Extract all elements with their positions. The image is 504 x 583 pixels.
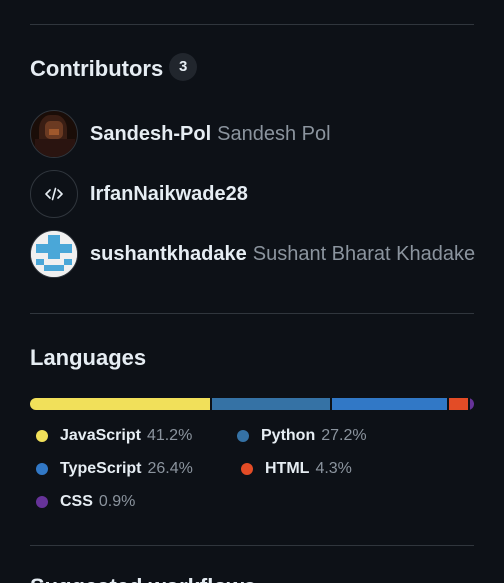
identicon	[31, 231, 77, 277]
avatar[interactable]	[30, 110, 78, 158]
language-legend-item[interactable]: CSS 0.9%	[36, 491, 135, 513]
contributors-heading[interactable]: Contributors 3	[30, 53, 198, 84]
language-dot	[36, 430, 48, 442]
suggested-workflows-title: Suggested workflows	[30, 574, 256, 583]
suggested-workflows-heading: Suggested workflows	[30, 574, 256, 583]
divider-bottom	[30, 545, 474, 546]
language-progress-bar	[30, 398, 474, 410]
language-bar-segment	[449, 398, 469, 410]
language-dot	[241, 463, 253, 475]
contributor-login[interactable]: sushantkhadake	[90, 243, 247, 266]
language-legend-item[interactable]: JavaScript 41.2%	[36, 425, 192, 447]
code-icon[interactable]	[30, 170, 78, 218]
language-percent: 26.4%	[147, 460, 193, 477]
language-dot	[36, 496, 48, 508]
language-dot	[36, 463, 48, 475]
contributors-title[interactable]: Contributors	[30, 56, 163, 81]
divider-top	[30, 24, 474, 25]
language-bar-segment	[470, 398, 474, 410]
language-percent: 27.2%	[321, 427, 367, 444]
language-name: Python	[261, 427, 316, 444]
language-name: HTML	[265, 460, 310, 477]
avatar[interactable]	[30, 230, 78, 278]
contributor-login[interactable]: Sandesh-Pol	[90, 123, 211, 146]
language-dot	[237, 430, 249, 442]
language-legend-item[interactable]: Python 27.2%	[237, 425, 367, 447]
language-bar-segment	[30, 398, 210, 410]
contributor-item[interactable]: Sandesh-Pol Sandesh Pol	[30, 109, 331, 159]
contributor-item[interactable]: IrfanNaikwade28	[30, 169, 248, 219]
languages-heading: Languages	[30, 345, 146, 371]
language-bar-segment	[211, 398, 331, 410]
contributor-item[interactable]: sushantkhadake Sushant Bharat Khadake	[30, 229, 475, 279]
language-name: TypeScript	[60, 460, 142, 477]
contributor-name: Sushant Bharat Khadake	[252, 242, 476, 265]
languages-title: Languages	[30, 345, 147, 370]
language-legend-item[interactable]: TypeScript 26.4%	[36, 458, 193, 480]
language-percent: 41.2%	[146, 427, 193, 444]
code-icon-glyph	[45, 187, 63, 201]
language-name: CSS	[60, 493, 93, 510]
language-bar-segment	[332, 398, 448, 410]
language-percent: 4.3%	[315, 460, 352, 477]
contributor-name: Sandesh Pol	[217, 122, 331, 145]
contributor-login[interactable]: IrfanNaikwade28	[90, 183, 248, 206]
language-legend-item[interactable]: HTML 4.3%	[241, 458, 352, 480]
language-percent: 0.9%	[98, 493, 136, 510]
repo-sidebar: Contributors 3 Sandesh-Pol Sandesh Pol Ir…	[0, 0, 504, 583]
divider-middle	[30, 313, 474, 314]
contributors-count-badge: 3	[169, 53, 198, 82]
language-name: JavaScript	[60, 427, 141, 444]
